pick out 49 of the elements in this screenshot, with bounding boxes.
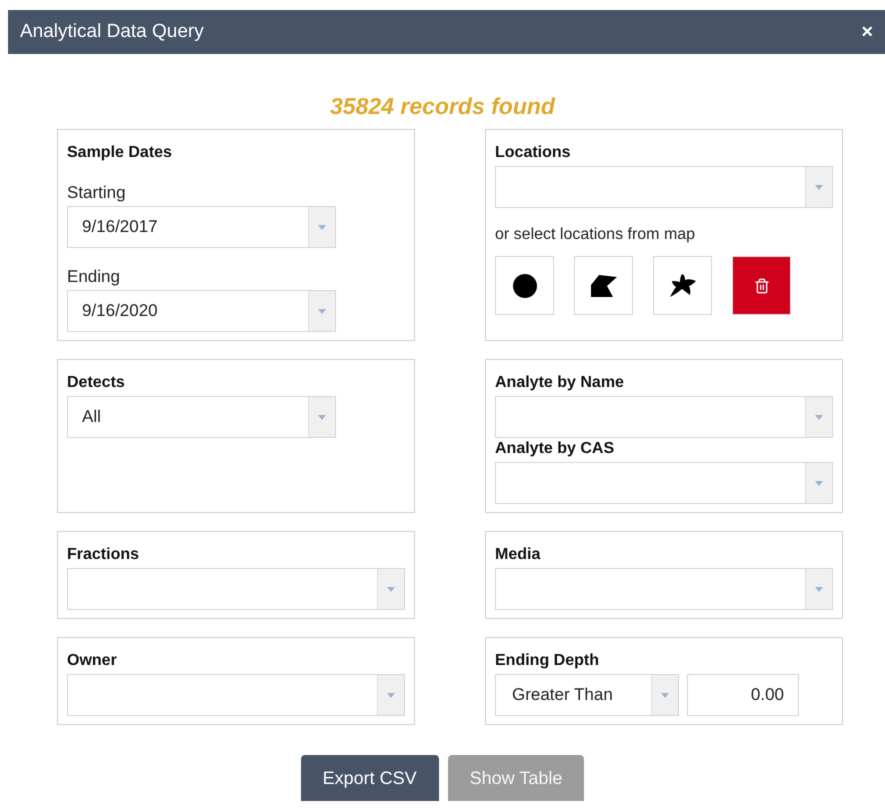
- freehand-tool-button[interactable]: [653, 256, 712, 315]
- trash-icon: [754, 278, 770, 294]
- caret-icon: [387, 586, 395, 592]
- dropdown[interactable]: [67, 568, 405, 610]
- dropdown[interactable]: 9/16/2017: [67, 206, 336, 248]
- section-heading: Media: [495, 545, 542, 565]
- dropdown[interactable]: [495, 396, 833, 438]
- operator-dropdown[interactable]: Greater Than: [495, 674, 679, 716]
- delete-button[interactable]: [732, 256, 791, 315]
- caret-icon: [387, 692, 395, 698]
- window-title: Analytical Data Query: [20, 20, 204, 44]
- dropdown[interactable]: All: [67, 396, 336, 438]
- action-button[interactable]: Export CSV: [300, 755, 439, 801]
- section-heading: Sample Dates: [67, 143, 173, 163]
- dropdown[interactable]: [67, 674, 405, 716]
- dropdown[interactable]: 9/16/2020: [67, 290, 336, 332]
- depth-input[interactable]: 0.00: [687, 674, 799, 716]
- dropdown[interactable]: [495, 166, 833, 208]
- dropdown-value: All: [82, 406, 101, 428]
- operator-value: Greater Than: [512, 684, 613, 706]
- circle-icon: [512, 274, 536, 298]
- caret-icon: [318, 414, 326, 420]
- close-button[interactable]: ×: [861, 22, 873, 42]
- section-heading: Locations: [495, 143, 572, 163]
- dropdown-value: 9/16/2020: [82, 300, 158, 322]
- dropdown[interactable]: [495, 568, 833, 610]
- polygon-tool-button[interactable]: [574, 256, 633, 315]
- section-heading: Analyte by Name: [495, 373, 625, 393]
- caret-icon: [661, 692, 669, 698]
- section-heading: Owner: [67, 651, 118, 671]
- section-heading: Fractions: [67, 545, 140, 565]
- field-label: Ending: [67, 266, 121, 288]
- map-hint: or select locations from map: [495, 225, 696, 245]
- dot-tool-button[interactable]: [495, 256, 554, 315]
- caret-icon: [815, 480, 823, 486]
- polygon-icon: [590, 274, 616, 296]
- caret-icon: [318, 308, 326, 314]
- caret-icon: [815, 586, 823, 592]
- caret-icon: [815, 184, 823, 190]
- section-heading: Ending Depth: [495, 651, 600, 671]
- dropdown-value: 9/16/2017: [82, 216, 158, 238]
- section-heading: Detects: [67, 373, 126, 393]
- records-count: 35824 records found: [330, 92, 555, 121]
- section-heading: Analyte by CAS: [495, 439, 616, 459]
- caret-icon: [318, 224, 326, 230]
- field-label: Starting: [67, 182, 127, 204]
- freehand-shape-icon: [670, 274, 696, 298]
- dropdown[interactable]: [495, 462, 833, 504]
- caret-icon: [815, 414, 823, 420]
